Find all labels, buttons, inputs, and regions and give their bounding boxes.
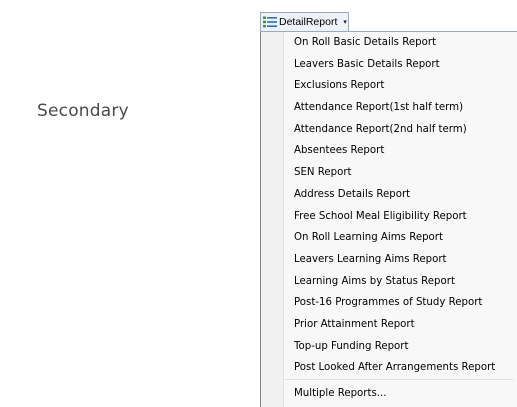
menu-item-post-looked-after-arrangements-report[interactable]: Post Looked After Arrangements Report [261, 357, 517, 379]
list-icon [263, 16, 277, 28]
menu-item-prior-attainment-report[interactable]: Prior Attainment Report [261, 314, 517, 336]
menu-item-absentees-report[interactable]: Absentees Report [261, 140, 517, 162]
school-type-label: Secondary [37, 101, 129, 121]
menu-item-top-up-funding-report[interactable]: Top-up Funding Report [261, 336, 517, 358]
detail-report-label: DetailReport [279, 16, 338, 28]
menu-item-attendance-report-1st-half-term[interactable]: Attendance Report(1st half term) [261, 97, 517, 119]
menu-item-sen-report[interactable]: SEN Report [261, 162, 517, 184]
menu-item-on-roll-learning-aims-report[interactable]: On Roll Learning Aims Report [261, 227, 517, 249]
dropdown-menu: On Roll Basic Details Report Leavers Basi… [260, 32, 517, 407]
menu-item-free-school-meal-eligibility-report[interactable]: Free School Meal Eligibility Report [261, 206, 517, 228]
detail-report-dropdown-button[interactable]: DetailReport ▾ [260, 12, 349, 32]
menu-item-multiple-reports[interactable]: Multiple Reports... [261, 383, 517, 405]
menu-item-on-roll-basic-details-report[interactable]: On Roll Basic Details Report [261, 32, 517, 54]
report-menu: DetailReport ▾ On Roll Basic Details Rep… [260, 12, 517, 407]
menu-item-learning-aims-by-status-report[interactable]: Learning Aims by Status Report [261, 271, 517, 293]
chevron-down-icon: ▾ [343, 19, 347, 26]
menu-item-exclusions-report[interactable]: Exclusions Report [261, 75, 517, 97]
menu-item-leavers-basic-details-report[interactable]: Leavers Basic Details Report [261, 54, 517, 76]
menu-item-attendance-report-2nd-half-term[interactable]: Attendance Report(2nd half term) [261, 119, 517, 141]
menu-items: On Roll Basic Details Report Leavers Basi… [261, 32, 517, 405]
menu-item-address-details-report[interactable]: Address Details Report [261, 184, 517, 206]
menu-item-post-16-programmes-of-study-report[interactable]: Post-16 Programmes of Study Report [261, 292, 517, 314]
menu-item-leavers-learning-aims-report[interactable]: Leavers Learning Aims Report [261, 249, 517, 271]
